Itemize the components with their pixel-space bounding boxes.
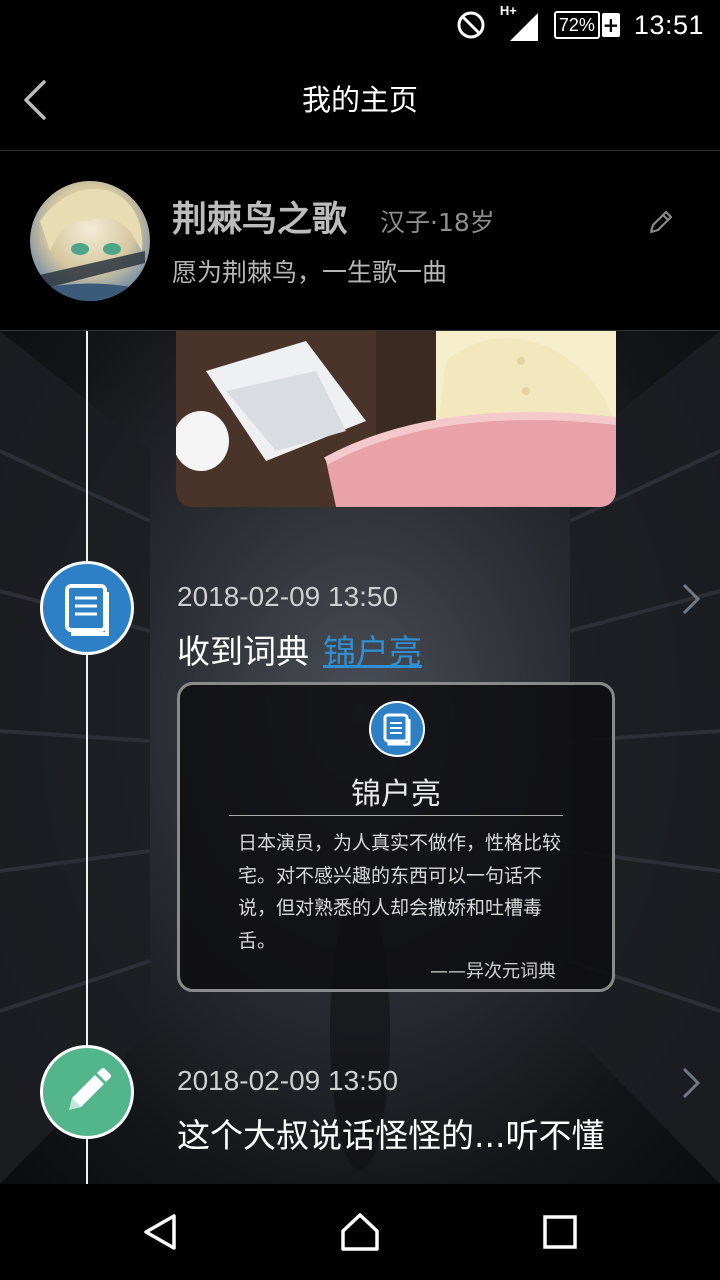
item-action: 收到词典 锦户亮 — [177, 625, 422, 673]
timeline-feed[interactable]: 2018-02-09 13:50 收到词典 锦户亮 锦户亮 日本演员，为人真实不做… — [0, 331, 720, 1184]
avatar[interactable] — [30, 181, 150, 301]
profile-bio: 愿为荆棘鸟，一生歌一曲 — [172, 258, 448, 287]
page-title: 我的主页 — [301, 83, 418, 117]
pencil-icon[interactable] — [646, 207, 676, 237]
dictionary-link[interactable]: 锦户亮 — [323, 632, 422, 671]
divider — [229, 815, 563, 816]
home-icon[interactable] — [340, 1212, 380, 1252]
item-timestamp: 2018-02-09 13:50 — [177, 581, 399, 612]
book-icon — [369, 701, 425, 757]
item-action-text: 这个大叔说话怪怪的...听不懂 — [177, 1116, 605, 1155]
book-icon — [40, 561, 134, 655]
profile-header: 荆棘鸟之歌 汉子·18岁 愿为荆棘鸟，一生歌一曲 — [0, 151, 720, 331]
battery-level: 72% — [553, 11, 600, 39]
signal-icon: H+ — [500, 3, 540, 43]
do-not-disturb-icon — [457, 11, 485, 39]
status-time: 13:51 — [633, 9, 704, 40]
dictionary-definition: 日本演员，为人真实不做作，性格比较宅。对不感兴趣的东西可以一句话不说，但对熟悉的… — [238, 832, 562, 952]
navigation-bar — [0, 1184, 720, 1280]
dictionary-card[interactable]: 锦户亮 日本演员，为人真实不做作，性格比较宅。对不感兴趣的东西可以一句话不说，但… — [177, 682, 615, 992]
back-arrow-icon[interactable] — [14, 76, 62, 124]
charging-icon: + — [601, 13, 620, 37]
post-image[interactable] — [176, 331, 616, 507]
back-triangle-icon[interactable] — [140, 1212, 180, 1252]
chevron-right-icon[interactable] — [676, 579, 704, 619]
chevron-right-icon[interactable] — [676, 1063, 704, 1103]
item-action-text: 收到词典 — [177, 632, 309, 671]
recents-icon[interactable] — [540, 1212, 580, 1252]
profile-name: 荆棘鸟之歌 — [172, 200, 348, 240]
profile-meta: 汉子·18岁 — [380, 208, 495, 237]
dictionary-source: ——异次元词典 — [430, 961, 556, 982]
item-timestamp: 2018-02-09 13:50 — [177, 1065, 399, 1096]
status-bar: H+ 72% + 13:51 — [0, 0, 720, 50]
dictionary-term: 锦户亮 — [351, 777, 441, 812]
pencil-icon — [40, 1045, 134, 1139]
top-bar: 我的主页 — [0, 50, 720, 151]
battery-icon: 72% + — [553, 11, 620, 39]
